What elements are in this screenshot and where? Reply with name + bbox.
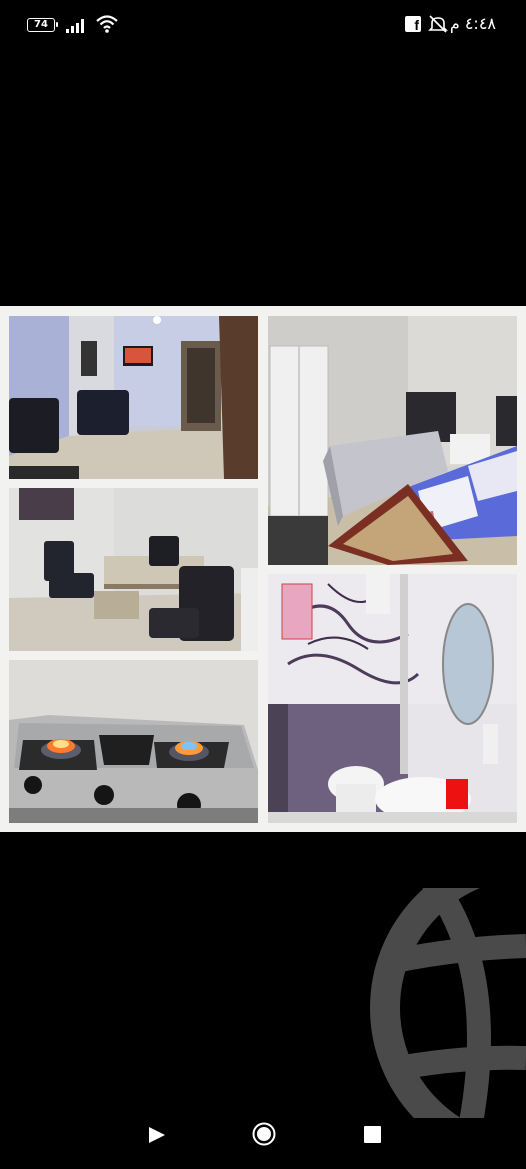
battery-icon: 74 [27, 18, 58, 32]
wifi-icon [96, 15, 118, 33]
recent-apps-button[interactable] [364, 1126, 381, 1143]
signal-icon [66, 19, 84, 33]
globe-icon [370, 888, 526, 1118]
back-button[interactable] [148, 1126, 166, 1144]
mute-icon [428, 15, 448, 33]
office-photo[interactable] [9, 488, 258, 651]
photo-collage[interactable] [0, 306, 526, 832]
facebook-icon: f [405, 16, 421, 33]
gas-stove-photo[interactable] [9, 660, 258, 823]
living-room-photo[interactable] [9, 316, 258, 479]
battery-level: 74 [34, 19, 48, 30]
status-bar: 74 f ٤:٤٨ م [0, 0, 526, 52]
clock: ٤:٤٨ م [449, 14, 496, 33]
bedroom-photo[interactable] [268, 316, 517, 565]
home-button[interactable] [252, 1122, 276, 1146]
bathroom-photo[interactable] [268, 574, 517, 823]
